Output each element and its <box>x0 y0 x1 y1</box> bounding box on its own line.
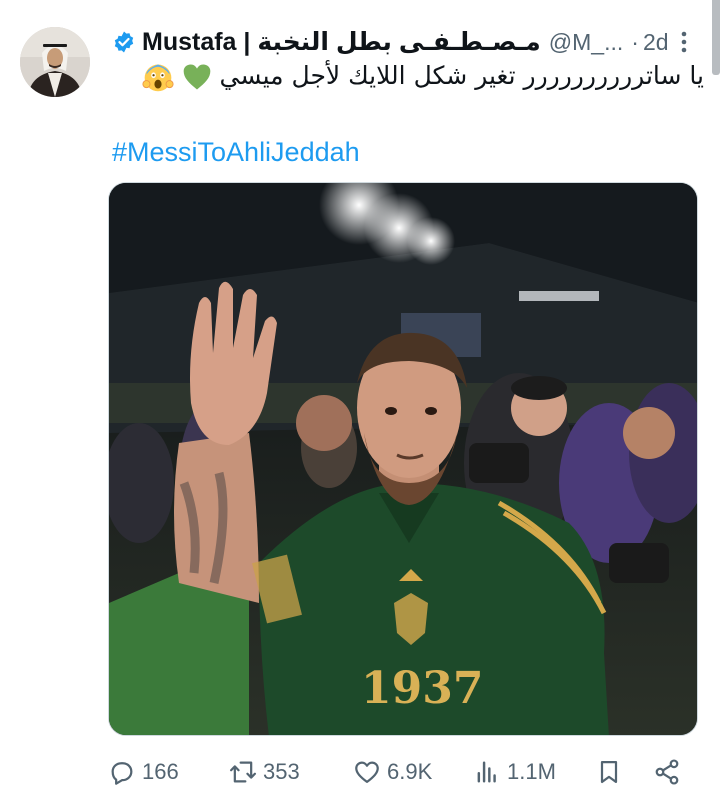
verified-badge-icon <box>114 31 134 53</box>
retweet-count: 353 <box>263 759 300 784</box>
bookmark-icon <box>600 760 618 784</box>
like-count: 6.9K <box>387 759 433 784</box>
tweet-media-image[interactable]: 1937 <box>108 182 698 736</box>
tweet-text: يا ساترررررررررر تغير شكل اللايك لأجل مي… <box>112 56 704 96</box>
like-button[interactable]: 6.9K <box>353 758 432 786</box>
tweet-action-bar: 166 353 6.9K 1.1M <box>108 750 688 794</box>
tweet-timestamp[interactable]: 2d <box>643 29 669 56</box>
green-heart-icon <box>183 64 210 90</box>
more-dots-icon <box>681 31 687 53</box>
photo-messi-waving: 1937 <box>109 183 697 735</box>
views-count: 1.1M <box>507 759 556 784</box>
page-scrollbar[interactable] <box>712 0 720 75</box>
hashtag-link[interactable]: #MessiToAhliJeddah <box>112 137 360 168</box>
display-name[interactable]: Mustafa | مـصـطـفـى بطل النخبة <box>142 27 541 57</box>
bookmark-button[interactable] <box>595 758 629 786</box>
share-icon <box>655 759 679 785</box>
screaming-face-icon <box>142 64 174 92</box>
retweet-icon <box>229 761 257 783</box>
share-button[interactable] <box>653 758 687 786</box>
retweet-button[interactable]: 353 <box>229 758 300 786</box>
tweet-header: Mustafa | مـصـطـفـى بطل النخبة @M_... · … <box>112 26 672 58</box>
avatar-image <box>20 27 90 97</box>
views-chart-icon <box>477 761 496 783</box>
reply-count: 166 <box>142 759 179 784</box>
views-button[interactable]: 1.1M <box>473 758 556 786</box>
user-avatar[interactable] <box>20 27 90 97</box>
reply-button[interactable]: 166 <box>108 758 179 786</box>
more-options-button[interactable] <box>672 30 696 54</box>
user-handle[interactable]: @M_... <box>549 29 623 56</box>
reply-icon <box>111 762 133 785</box>
heart-icon <box>355 761 379 784</box>
separator-dot: · <box>631 28 639 55</box>
tweet-text-body: يا ساترررررررررر تغير شكل اللايك لأجل مي… <box>219 61 705 90</box>
jersey-number: 1937 <box>361 663 483 714</box>
